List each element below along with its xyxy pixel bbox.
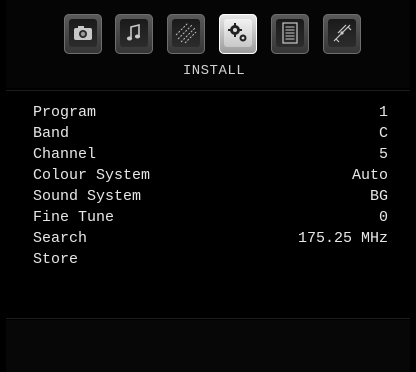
menu-header: INSTALL: [6, 0, 410, 88]
menu-item-label: Store: [33, 251, 79, 268]
tab-sound[interactable]: [115, 14, 153, 54]
header-divider: [6, 90, 410, 91]
menu-item-value: C: [378, 125, 388, 142]
menu-item-value: 0: [378, 209, 388, 226]
menu-item-value: 5: [378, 146, 388, 163]
tab-install[interactable]: [219, 14, 257, 54]
menu-item-value: Auto: [351, 167, 388, 184]
menu-item-program[interactable]: Program 1: [33, 102, 388, 123]
tab-connect[interactable]: [323, 14, 361, 54]
document-icon: [276, 19, 304, 47]
satellite-icon: [328, 19, 356, 47]
tab-picture[interactable]: [64, 14, 102, 54]
music-note-icon: [120, 19, 148, 47]
tab-feature[interactable]: [167, 14, 205, 54]
menu-item-band[interactable]: Band C: [33, 123, 388, 144]
menu-item-label: Program: [33, 104, 97, 121]
menu-item-colour-system[interactable]: Colour System Auto: [33, 165, 388, 186]
camera-icon: [69, 19, 97, 47]
osd-screen: INSTALL Program 1 Band C Channel 5 Colou…: [0, 0, 416, 372]
menu-tab-bar: [64, 14, 372, 60]
tab-source[interactable]: [271, 14, 309, 54]
menu-item-value: 1: [378, 104, 388, 121]
menu-item-store[interactable]: Store: [33, 249, 388, 270]
menu-item-sound-system[interactable]: Sound System BG: [33, 186, 388, 207]
menu-item-search[interactable]: Search 175.25 MHz: [33, 228, 388, 249]
menu-item-value: BG: [369, 188, 388, 205]
menu-item-channel[interactable]: Channel 5: [33, 144, 388, 165]
gear-icon: [224, 19, 252, 47]
menu-item-label: Colour System: [33, 167, 151, 184]
menu-item-label: Fine Tune: [33, 209, 115, 226]
menu-item-value: 175.25 MHz: [297, 230, 388, 247]
menu-footer: [6, 320, 410, 372]
menu-item-label: Channel: [33, 146, 97, 163]
menu-item-fine-tune[interactable]: Fine Tune 0: [33, 207, 388, 228]
menu-item-label: Search: [33, 230, 88, 247]
menu-item-label: Sound System: [33, 188, 142, 205]
menu-title: INSTALL: [182, 63, 246, 79]
sparkle-icon: [172, 19, 200, 47]
footer-divider: [6, 318, 410, 319]
menu-item-label: Band: [33, 125, 70, 142]
